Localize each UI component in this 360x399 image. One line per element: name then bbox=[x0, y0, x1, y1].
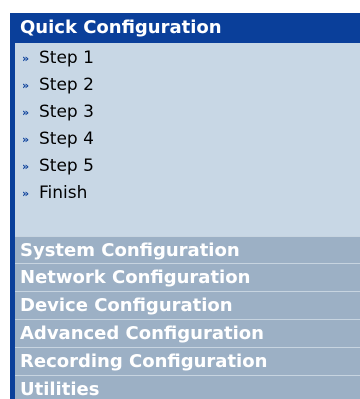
step-label: Step 2 bbox=[39, 75, 94, 95]
configuration-sections: System Configuration Network Configurati… bbox=[15, 236, 360, 399]
double-arrow-icon: » bbox=[22, 52, 29, 65]
step-4-link[interactable]: » Step 4 bbox=[15, 126, 360, 153]
double-arrow-icon: » bbox=[22, 106, 29, 119]
recording-configuration-header[interactable]: Recording Configuration bbox=[15, 348, 360, 376]
step-label: Step 4 bbox=[39, 129, 94, 149]
utilities-header[interactable]: Utilities bbox=[15, 376, 360, 399]
step-label: Step 5 bbox=[39, 156, 94, 176]
advanced-configuration-header[interactable]: Advanced Configuration bbox=[15, 320, 360, 348]
navigation-menu: Quick Configuration » Step 1 » Step 2 » Ste… bbox=[10, 13, 360, 399]
step-label: Step 1 bbox=[39, 48, 94, 68]
network-configuration-header[interactable]: Network Configuration bbox=[15, 264, 360, 292]
double-arrow-icon: » bbox=[22, 160, 29, 173]
step-1-link[interactable]: » Step 1 bbox=[15, 45, 360, 72]
step-label: Step 3 bbox=[39, 102, 94, 122]
system-configuration-header[interactable]: System Configuration bbox=[15, 236, 360, 264]
step-label: Finish bbox=[39, 183, 88, 203]
double-arrow-icon: » bbox=[22, 133, 29, 146]
quick-configuration-header[interactable]: Quick Configuration bbox=[15, 13, 360, 43]
step-3-link[interactable]: » Step 3 bbox=[15, 99, 360, 126]
step-5-link[interactable]: » Step 5 bbox=[15, 153, 360, 180]
double-arrow-icon: » bbox=[22, 79, 29, 92]
device-configuration-header[interactable]: Device Configuration bbox=[15, 292, 360, 320]
finish-link[interactable]: » Finish bbox=[15, 180, 360, 207]
quick-configuration-steps: » Step 1 » Step 2 » Step 3 » Step 4 » Step 5 … bbox=[15, 43, 360, 236]
double-arrow-icon: » bbox=[22, 187, 29, 200]
step-2-link[interactable]: » Step 2 bbox=[15, 72, 360, 99]
